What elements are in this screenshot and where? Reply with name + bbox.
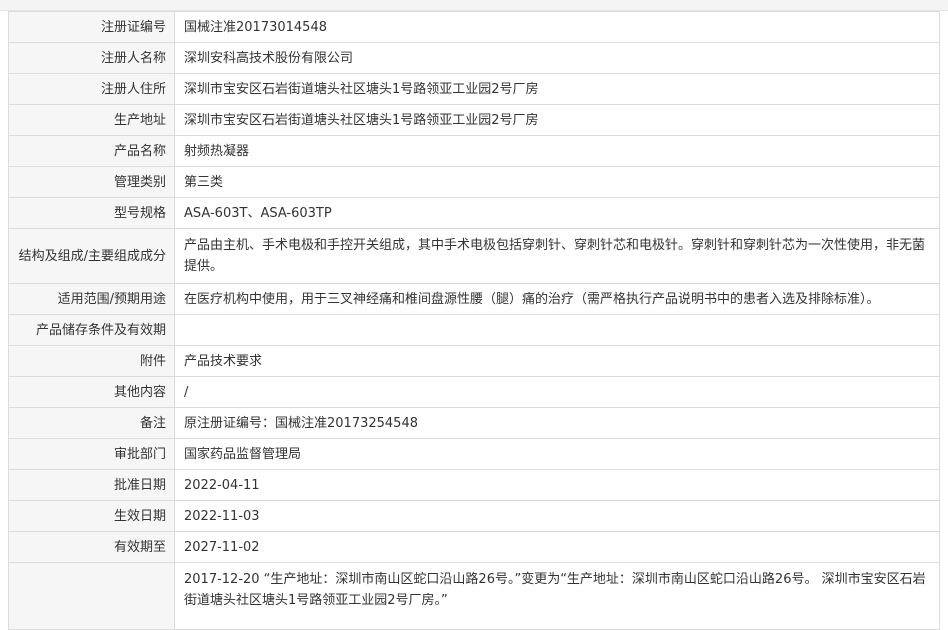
row-value: 射频热凝器 bbox=[174, 135, 940, 167]
table-row-registrant-address: 注册人住所 深圳市宝安区石岩街道塘头社区塘头1号路领亚工业园2号厂房 bbox=[8, 73, 940, 105]
table-row-remarks: 备注 原注册证编号：国械注准20173254548 bbox=[8, 407, 940, 439]
table-row-category: 管理类别 第三类 bbox=[8, 166, 940, 198]
row-label: 产品储存条件及有效期 bbox=[8, 314, 175, 346]
row-value: 第三类 bbox=[174, 166, 940, 198]
row-value: 国械注准20173014548 bbox=[174, 11, 940, 43]
table-row-effective-date: 生效日期 2022-11-03 bbox=[8, 500, 940, 532]
row-value: 产品由主机、手术电极和手控开关组成，其中手术电极包括穿刺针、穿刺针芯和电极针。穿… bbox=[174, 228, 940, 284]
table-row-attachment: 附件 产品技术要求 bbox=[8, 345, 940, 377]
row-label: 审批部门 bbox=[8, 438, 175, 470]
row-value: 深圳安科高技术股份有限公司 bbox=[174, 42, 940, 74]
table-row-production-address: 生产地址 深圳市宝安区石岩街道塘头社区塘头1号路领亚工业园2号厂房 bbox=[8, 104, 940, 136]
row-value: 2022-11-03 bbox=[174, 500, 940, 532]
row-label: 备注 bbox=[8, 407, 175, 439]
table-row-model: 型号规格 ASA-603T、ASA-603TP bbox=[8, 197, 940, 229]
table-row-storage: 产品储存条件及有效期 bbox=[8, 314, 940, 346]
row-label: 生产地址 bbox=[8, 104, 175, 136]
row-value: 在医疗机构中使用，用于三叉神经痛和椎间盘源性腰（腿）痛的治疗（需严格执行产品说明… bbox=[174, 283, 940, 315]
row-label: 生效日期 bbox=[8, 500, 175, 532]
table-row-approval-date: 批准日期 2022-04-11 bbox=[8, 469, 940, 501]
row-label: 注册证编号 bbox=[8, 11, 175, 43]
row-label: 注册人住所 bbox=[8, 73, 175, 105]
row-value: 深圳市宝安区石岩街道塘头社区塘头1号路领亚工业园2号厂房 bbox=[174, 73, 940, 105]
table-row-composition: 结构及组成/主要组成成分 产品由主机、手术电极和手控开关组成，其中手术电极包括穿… bbox=[8, 228, 940, 284]
row-value: ASA-603T、ASA-603TP bbox=[174, 197, 940, 229]
table-row-registrant-name: 注册人名称 深圳安科高技术股份有限公司 bbox=[8, 42, 940, 74]
row-label: 结构及组成/主要组成成分 bbox=[8, 228, 175, 284]
row-value: 深圳市宝安区石岩街道塘头社区塘头1号路领亚工业园2号厂房 bbox=[174, 104, 940, 136]
table-row-product-name: 产品名称 射频热凝器 bbox=[8, 135, 940, 167]
row-value: 2017-12-20 “生产地址：深圳市南山区蛇口沿山路26号。”变更为“生产地… bbox=[174, 562, 940, 630]
row-label: 注册人名称 bbox=[8, 42, 175, 74]
row-value: 国家药品监督管理局 bbox=[174, 438, 940, 470]
row-label: 管理类别 bbox=[8, 166, 175, 198]
table-row-reg-number: 注册证编号 国械注准20173014548 bbox=[8, 11, 940, 43]
row-label: 其他内容 bbox=[8, 376, 175, 408]
table-row-change-history: 2017-12-20 “生产地址：深圳市南山区蛇口沿山路26号。”变更为“生产地… bbox=[8, 562, 940, 630]
registration-detail-table: 注册证编号 国械注准20173014548 注册人名称 深圳安科高技术股份有限公… bbox=[8, 11, 940, 630]
row-label: 产品名称 bbox=[8, 135, 175, 167]
row-label: 型号规格 bbox=[8, 197, 175, 229]
table-row-intended-use: 适用范围/预期用途 在医疗机构中使用，用于三叉神经痛和椎间盘源性腰（腿）痛的治疗… bbox=[8, 283, 940, 315]
row-value: / bbox=[174, 376, 940, 408]
row-label: 有效期至 bbox=[8, 531, 175, 563]
table-row-approval-dept: 审批部门 国家药品监督管理局 bbox=[8, 438, 940, 470]
row-value bbox=[174, 314, 940, 346]
row-value: 2027-11-02 bbox=[174, 531, 940, 563]
row-value: 2022-04-11 bbox=[174, 469, 940, 501]
row-label bbox=[8, 562, 175, 630]
row-value: 原注册证编号：国械注准20173254548 bbox=[174, 407, 940, 439]
top-strip bbox=[0, 0, 948, 11]
row-label: 适用范围/预期用途 bbox=[8, 283, 175, 315]
row-label: 附件 bbox=[8, 345, 175, 377]
row-value: 产品技术要求 bbox=[174, 345, 940, 377]
table-row-valid-until: 有效期至 2027-11-02 bbox=[8, 531, 940, 563]
row-label: 批准日期 bbox=[8, 469, 175, 501]
table-row-other: 其他内容 / bbox=[8, 376, 940, 408]
